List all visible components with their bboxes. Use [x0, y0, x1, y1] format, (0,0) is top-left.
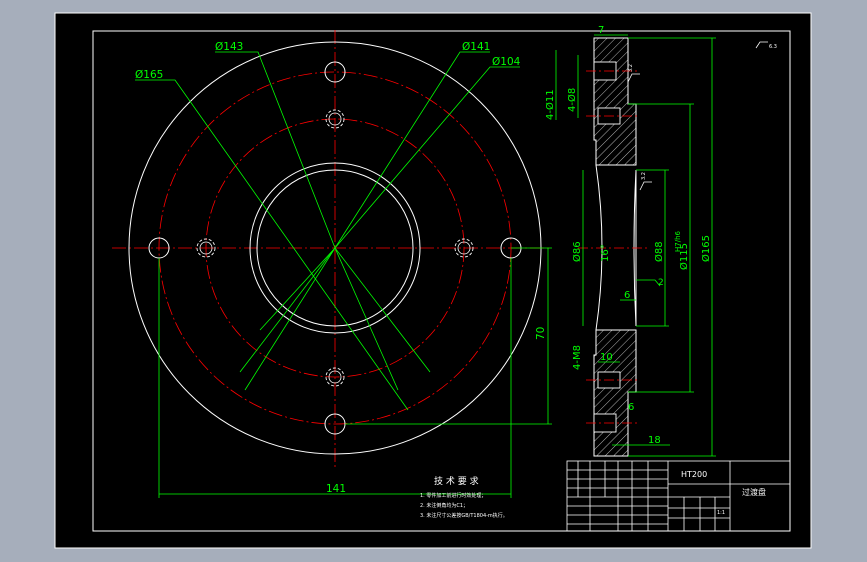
roughness-b: 3.2 — [641, 172, 647, 180]
cad-drawing: Ø165 Ø143 Ø141 Ø104 141 70 7 4-Ø11 4-Ø8 … — [54, 12, 812, 549]
label-18: 18 — [648, 435, 661, 446]
label-141: 141 — [326, 483, 346, 495]
label-4-m8: 4-M8 — [572, 345, 583, 370]
label-4-d8: 4-Ø8 — [566, 88, 578, 112]
label-d143: Ø143 — [215, 41, 243, 53]
title-block-scale: 1:1 — [717, 510, 725, 516]
label-d86: Ø86 — [571, 241, 583, 262]
drawing-sheet — [54, 12, 812, 549]
notes-title: 技 术 要 求 — [434, 475, 479, 487]
label-d88: Ø88 — [653, 241, 665, 262]
label-16deg: 16° — [600, 244, 611, 262]
roughness-a: 3.2 — [628, 64, 634, 72]
label-d115-tol: H7/h6 — [674, 230, 682, 252]
label-d104: Ø104 — [492, 56, 521, 68]
label-70: 70 — [535, 327, 547, 340]
label-2: 2 — [658, 278, 664, 288]
label-6b: 6 — [628, 402, 634, 413]
title-block-material: HT200 — [681, 470, 707, 479]
label-7: 7 — [598, 25, 604, 36]
label-6a: 6 — [624, 290, 630, 301]
notes-line-1: 1. 零件加工前进行时效处理； — [420, 492, 486, 499]
label-10: 10 — [600, 352, 613, 363]
notes-line-3: 3. 未注尺寸公差按GB/T1804-m执行。 — [420, 512, 508, 519]
label-d165: Ø165 — [135, 69, 163, 81]
label-d141: Ø141 — [462, 41, 490, 53]
label-d165-section: Ø165 — [700, 235, 712, 262]
notes-line-2: 2. 未注倒角均为C1； — [420, 502, 468, 509]
label-4-d11: 4-Ø11 — [544, 89, 556, 120]
roughness-general: 6.3 — [769, 44, 777, 50]
title-block-part-name: 过渡盘 — [742, 487, 766, 497]
